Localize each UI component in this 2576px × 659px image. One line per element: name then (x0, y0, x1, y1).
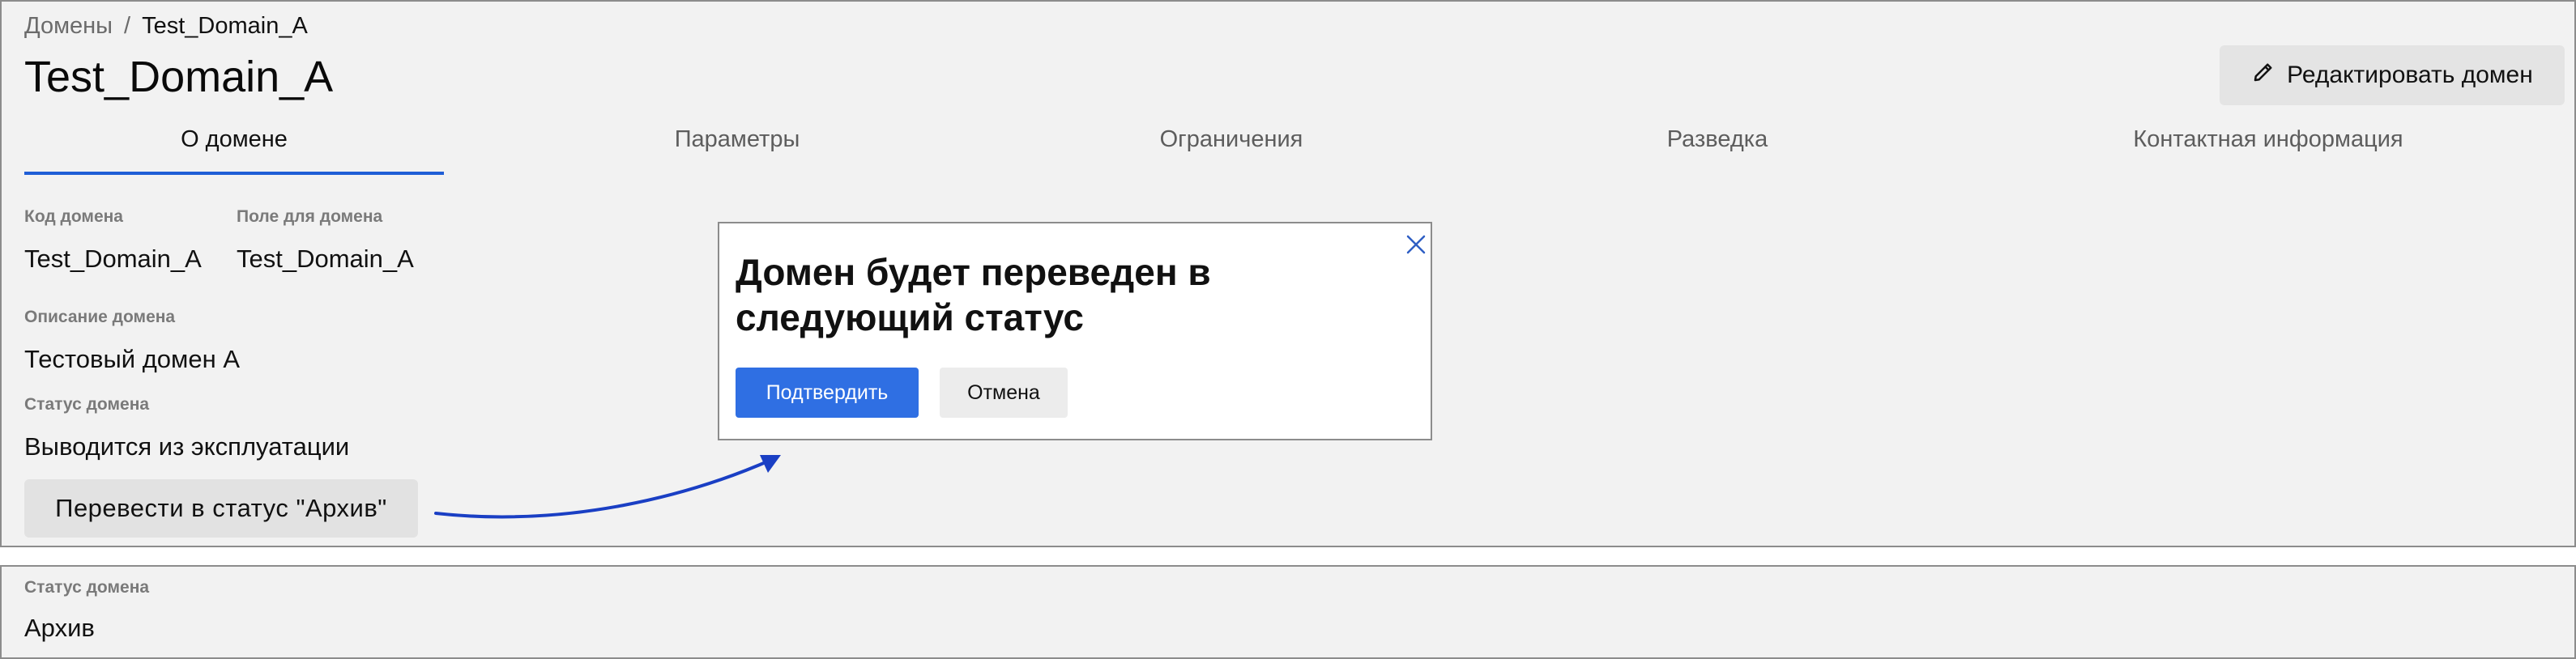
breadcrumb-current: Test_Domain_A (142, 13, 308, 39)
cancel-button[interactable]: Отмена (940, 368, 1068, 418)
tab-bar: О домене Параметры Ограничения Разведка … (24, 115, 2555, 176)
domain-field-label: Поле для домена (237, 207, 383, 226)
breadcrumb-domains-link[interactable]: Домены (24, 13, 113, 40)
domain-code-value: Test_Domain_A (24, 244, 202, 273)
status-change-dialog: Домен будет переведен в следующий статус… (718, 222, 1432, 440)
archive-status-button[interactable]: Перевести в статус "Архив" (24, 479, 418, 538)
result-status-value: Архив (24, 614, 95, 642)
domain-details-panel: Домены / Test_Domain_A Test_Domain_A Ред… (0, 0, 2576, 547)
domain-code-label: Код домена (24, 207, 123, 226)
tab-restrictions[interactable]: Ограничения (1069, 115, 1393, 176)
result-status-label: Статус домена (24, 578, 150, 597)
breadcrumb-separator: / (124, 13, 131, 39)
edit-domain-label: Редактировать домен (2287, 62, 2533, 88)
edit-domain-button[interactable]: Редактировать домен (2220, 45, 2565, 105)
domain-status-value: Выводится из эксплуатации (24, 432, 350, 461)
tab-reconnaissance[interactable]: Разведка (1555, 115, 1879, 176)
domain-field-value: Test_Domain_A (237, 244, 414, 273)
close-icon[interactable] (1401, 230, 1431, 259)
active-tab-indicator (24, 172, 444, 175)
domain-description-value: Тестовый домен А (24, 345, 240, 373)
page-title: Test_Domain_A (24, 53, 334, 101)
pencil-icon (2251, 60, 2275, 91)
tab-contact-info[interactable]: Контактная информация (2041, 115, 2495, 176)
domain-description-label: Описание домена (24, 308, 176, 326)
breadcrumb: Домены / Test_Domain_A (24, 13, 308, 40)
tab-parameters[interactable]: Параметры (583, 115, 891, 176)
tab-about[interactable]: О домене (24, 115, 444, 176)
domain-status-label: Статус домена (24, 395, 150, 414)
dialog-title: Домен будет переведен в следующий статус (736, 251, 1211, 338)
result-status-panel: Статус домена Архив (0, 565, 2576, 659)
confirm-button[interactable]: Подтвердить (736, 368, 919, 418)
